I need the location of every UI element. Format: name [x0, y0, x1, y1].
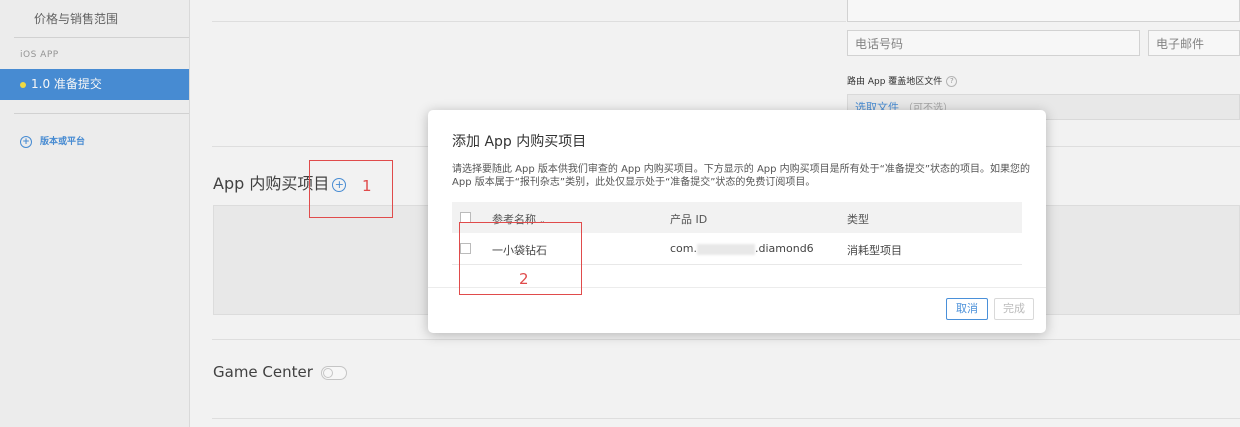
column-header-product-id: 产品 ID — [670, 213, 708, 226]
modal-description: 请选择要随此 App 版本供我们审查的 App 内购买项目。下方显示的 App … — [452, 164, 1031, 188]
annotation-box-1 — [309, 160, 393, 218]
row-type: 消耗型项目 — [847, 244, 902, 257]
product-id-suffix: .diamond6 — [755, 242, 814, 255]
annotation-number-1: 1 — [362, 177, 372, 195]
done-button[interactable]: 完成 — [994, 298, 1034, 320]
modal-title: 添加 App 内购买项目 — [452, 134, 587, 150]
cancel-button[interactable]: 取消 — [946, 298, 988, 320]
column-header-type: 类型 — [847, 213, 869, 226]
annotation-number-2: 2 — [519, 270, 529, 288]
row-product-id: com. .diamond6 — [670, 242, 814, 255]
product-id-prefix: com. — [670, 242, 697, 255]
redacted-block — [697, 243, 755, 255]
